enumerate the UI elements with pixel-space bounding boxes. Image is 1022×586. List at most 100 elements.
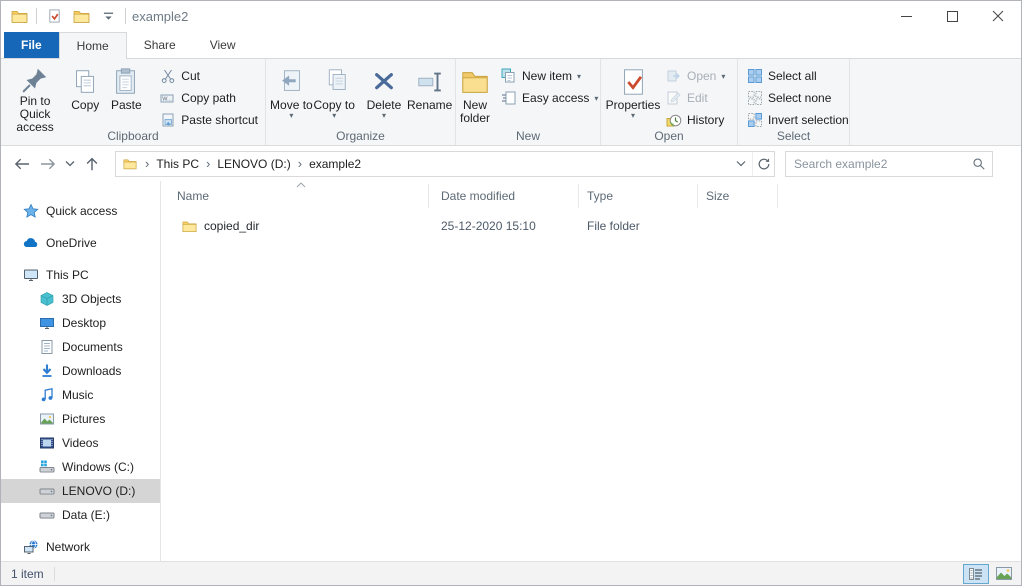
pin-to-quick-access-button[interactable]: Pin to Quick access <box>5 61 65 133</box>
minimize-button[interactable] <box>883 1 929 31</box>
invert-selection-button[interactable]: Invert selection <box>742 109 854 131</box>
cut-button[interactable]: Cut <box>155 65 263 87</box>
sidebar-item-windows-c[interactable]: Windows (C:) <box>1 455 160 479</box>
sidebar-item-3d-objects[interactable]: 3D Objects <box>1 287 160 311</box>
music-note-icon <box>39 387 55 403</box>
search-input[interactable] <box>786 157 966 171</box>
refresh-icon[interactable] <box>752 152 774 176</box>
breadcrumb-this-pc[interactable]: This PC <box>152 157 203 171</box>
sidebar-item-downloads[interactable]: Downloads <box>1 359 160 383</box>
breadcrumb-current-folder[interactable]: example2 <box>305 157 365 171</box>
search-icon[interactable] <box>966 157 992 171</box>
column-header-date-modified[interactable]: Date modified <box>429 184 579 208</box>
address-bar-row: › This PC › LENOVO (D:) › example2 <box>1 146 1021 181</box>
sidebar-item-desktop[interactable]: Desktop <box>1 311 160 335</box>
sidebar-item-label: Data (E:) <box>62 508 110 522</box>
forward-button[interactable] <box>35 151 61 177</box>
sidebar-item-videos[interactable]: Videos <box>1 431 160 455</box>
breadcrumb-drive[interactable]: LENOVO (D:) <box>213 157 294 171</box>
select-none-button[interactable]: Select none <box>742 87 854 109</box>
select-all-button[interactable]: Select all <box>742 65 854 87</box>
breadcrumb-separator-icon: › <box>203 156 213 171</box>
invert-selection-label: Invert selection <box>768 113 849 127</box>
new-item-button[interactable]: New item ▾ <box>496 65 603 87</box>
edit-button[interactable]: Edit <box>661 87 730 109</box>
sidebar-item-pictures[interactable]: Pictures <box>1 407 160 431</box>
ribbon: Pin to Quick access Copy Paste Cut <box>1 58 1021 146</box>
film-icon <box>39 435 55 451</box>
sidebar-item-data-e[interactable]: Data (E:) <box>1 503 160 527</box>
history-label: History <box>687 113 724 127</box>
move-to-button[interactable]: Move to ▾ <box>270 61 313 133</box>
select-all-label: Select all <box>768 69 817 83</box>
tab-file[interactable]: File <box>4 32 59 58</box>
sidebar-item-label: Downloads <box>62 364 121 378</box>
tab-home[interactable]: Home <box>59 32 127 59</box>
paste-shortcut-button[interactable]: Paste shortcut <box>155 109 263 131</box>
new-folder-quick-icon[interactable] <box>71 6 91 26</box>
column-header-type[interactable]: Type <box>579 184 698 208</box>
history-button[interactable]: History <box>661 109 730 131</box>
status-divider <box>54 567 55 581</box>
properties-quick-icon[interactable] <box>44 6 64 26</box>
column-header-name[interactable]: Name <box>161 184 429 208</box>
sidebar-item-label: This PC <box>46 268 89 282</box>
tab-share[interactable]: Share <box>127 32 193 58</box>
drive-icon <box>39 483 55 499</box>
dropdown-caret-icon: ▾ <box>332 112 336 119</box>
picture-icon <box>39 411 55 427</box>
desktop-icon <box>39 315 55 331</box>
toolbar-divider <box>125 8 126 24</box>
copy-path-label: Copy path <box>181 91 236 105</box>
up-button[interactable] <box>79 151 105 177</box>
ribbon-group-select: Select all Select none Invert selection … <box>738 59 850 145</box>
sidebar-item-lenovo-d[interactable]: LENOVO (D:) <box>1 479 160 503</box>
details-view-button[interactable] <box>963 564 989 584</box>
folder-icon <box>181 219 198 234</box>
file-row-copied-dir[interactable]: copied_dir 25-12-2020 15:10 File folder <box>161 215 1021 237</box>
close-button[interactable] <box>975 1 1021 31</box>
address-bar[interactable]: › This PC › LENOVO (D:) › example2 <box>115 151 775 177</box>
customize-toolbar-icon[interactable] <box>98 6 118 26</box>
copy-button[interactable]: Copy <box>65 61 105 133</box>
move-to-icon <box>276 65 306 99</box>
svg-text:W...: W... <box>163 97 173 103</box>
sort-ascending-icon <box>296 182 306 188</box>
item-count: 1 item <box>11 567 44 581</box>
address-dropdown-icon[interactable] <box>730 152 752 176</box>
thumbnail-view-button[interactable] <box>991 564 1017 584</box>
copy-icon <box>70 65 100 99</box>
ribbon-tab-row: File Home Share View ? <box>1 31 1021 58</box>
title-bar: example2 <box>1 1 1021 31</box>
recent-locations-icon[interactable] <box>61 151 79 177</box>
sidebar-item-quick-access[interactable]: Quick access <box>1 199 160 223</box>
maximize-button[interactable] <box>929 1 975 31</box>
sidebar-item-label: OneDrive <box>46 236 97 250</box>
delete-button[interactable]: Delete ▾ <box>362 61 407 133</box>
copy-path-button[interactable]: W... Copy path <box>155 87 263 109</box>
back-button[interactable] <box>9 151 35 177</box>
rename-button[interactable]: Rename <box>406 61 453 133</box>
sidebar-item-music[interactable]: Music <box>1 383 160 407</box>
sidebar-item-label: Documents <box>62 340 123 354</box>
system-drive-icon <box>39 459 55 475</box>
new-folder-button[interactable]: New folder <box>460 61 490 133</box>
file-size <box>698 215 778 237</box>
dropdown-caret-icon: ▾ <box>631 112 635 119</box>
sidebar-item-this-pc[interactable]: This PC <box>1 263 160 287</box>
sidebar-item-onedrive[interactable]: OneDrive <box>1 231 160 255</box>
sidebar-item-documents[interactable]: Documents <box>1 335 160 359</box>
tab-view[interactable]: View <box>193 32 253 58</box>
copy-to-button[interactable]: Copy to ▾ <box>313 61 356 133</box>
column-header-size[interactable]: Size <box>698 184 778 208</box>
sidebar-item-label: Network <box>46 540 90 554</box>
open-button[interactable]: Open ▾ <box>661 65 730 87</box>
easy-access-button[interactable]: Easy access ▾ <box>496 87 603 109</box>
properties-icon <box>618 65 648 99</box>
breadcrumb-separator-icon: › <box>142 156 152 171</box>
paste-button[interactable]: Paste <box>105 61 147 133</box>
rename-icon <box>415 65 445 99</box>
properties-button[interactable]: Properties ▾ <box>605 61 661 133</box>
star-icon <box>23 203 39 219</box>
sidebar-item-network[interactable]: Network <box>1 535 160 559</box>
